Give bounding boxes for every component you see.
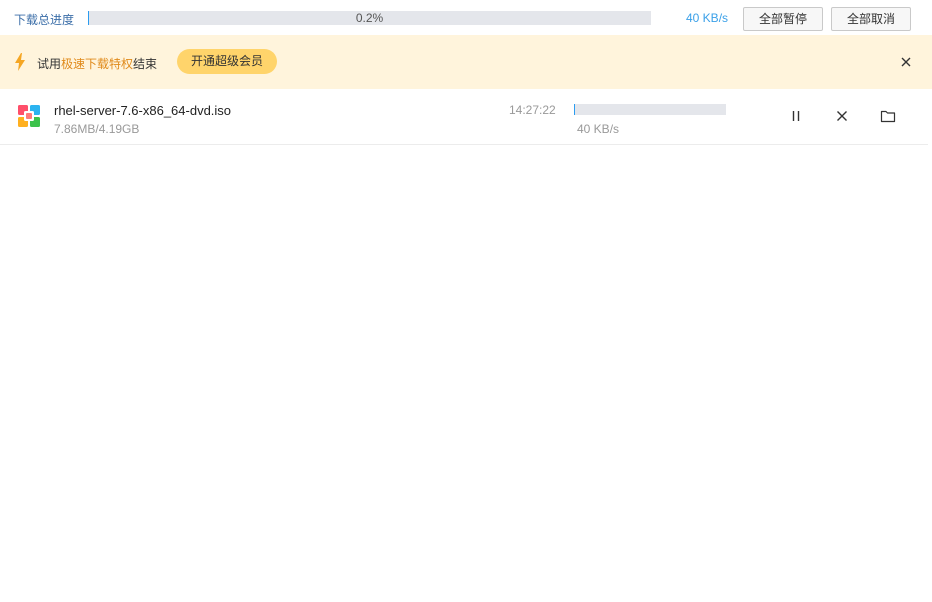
trial-ended-banner: 试用极速下载特权结束 开通超级会员 <box>0 35 932 89</box>
banner-text-highlight[interactable]: 极速下载特权 <box>61 57 133 71</box>
file-time: 14:27:22 <box>509 103 556 117</box>
file-size: 7.86MB/4.19GB <box>54 122 140 136</box>
pause-all-button[interactable]: 全部暂停 <box>743 7 823 31</box>
lightning-bolt-icon <box>15 53 25 71</box>
banner-text-prefix: 试用 <box>37 57 62 71</box>
file-speed: 40 KB/s <box>577 122 620 136</box>
total-progress-text: 0.2% <box>355 11 384 25</box>
download-summary-bar: 下载总进度 0.2% 40 KB/s 全部暂停 全部取消 <box>0 0 932 35</box>
close-icon[interactable] <box>834 108 850 124</box>
total-speed: 40 KB/s <box>686 11 729 25</box>
file-name: rhel-server-7.6-x86_64-dvd.iso <box>54 103 232 118</box>
cancel-all-button[interactable]: 全部取消 <box>831 7 911 31</box>
download-row[interactable]: rhel-server-7.6-x86_64-dvd.iso 7.86MB/4.… <box>0 89 928 145</box>
pause-icon[interactable] <box>788 108 804 124</box>
folder-icon[interactable] <box>880 108 896 124</box>
file-progress-bar <box>574 104 726 115</box>
file-type-icon <box>18 105 40 127</box>
banner-message: 试用极速下载特权结束 <box>37 55 157 72</box>
total-progress-label: 下载总进度 <box>14 13 75 27</box>
total-progress-bar: 0.2% <box>88 11 651 25</box>
banner-text-suffix: 结束 <box>133 57 158 71</box>
close-icon[interactable] <box>899 55 913 69</box>
open-super-vip-button[interactable]: 开通超级会员 <box>177 49 277 74</box>
